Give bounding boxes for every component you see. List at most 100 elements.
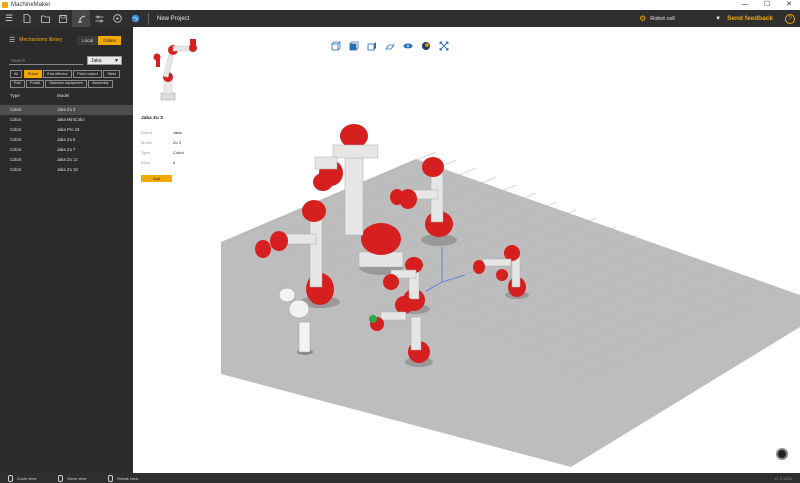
column-type[interactable]: Type (10, 93, 57, 98)
play-simulation-icon[interactable] (108, 10, 126, 27)
prop-axes-value: 6 (173, 160, 176, 165)
app-logo-icon (2, 2, 8, 8)
move-view-hint: Move view (58, 474, 87, 482)
filter-assembly[interactable]: Assembly (88, 79, 113, 88)
maximize-button[interactable]: ☐ (756, 0, 778, 10)
table-row[interactable]: Cobot Jaka Zu 5 (0, 135, 133, 145)
view-toolbar (330, 40, 450, 52)
view-top-icon[interactable] (348, 40, 360, 52)
close-button[interactable]: ✕ (778, 0, 800, 10)
mouse-right-icon (108, 474, 114, 482)
add-button[interactable]: Add (141, 175, 172, 182)
column-model[interactable]: Model (57, 93, 69, 98)
model-list: Cobot Jaka Zu 3 Cobot Jaka MiniCobo Cobot J… (0, 104, 133, 175)
row-type: Cobot (10, 167, 22, 173)
status-bar: Zoom view Move view Rotate view v1.3.123… (0, 473, 800, 483)
prop-type-key: Type (141, 150, 150, 155)
brand-dropdown[interactable]: Jaka ▼ (87, 56, 122, 65)
row-type: Cobot (10, 127, 22, 133)
main-toolbar: ☰ New Project ⚙ Robot cell ▼ Send feedba… (0, 10, 800, 27)
row-model: Jaka Zu 12 (57, 157, 78, 163)
row-model: Jaka Zu 3 (57, 107, 76, 113)
minimize-button[interactable]: — (734, 0, 756, 10)
view-side-icon[interactable] (366, 40, 378, 52)
table-row[interactable]: Cobot Jaka Zu 7 (0, 145, 133, 155)
row-model: Jaka Zu 7 (57, 147, 76, 153)
filter-end-effector[interactable]: End effector (43, 70, 72, 79)
zoom-view-label: Zoom view (17, 475, 37, 481)
chevron-down-icon: ▼ (114, 57, 119, 64)
filter-robot[interactable]: Robot (23, 70, 42, 79)
row-model: Jaka MiniCobo (57, 117, 85, 123)
help-button[interactable]: ? (785, 13, 795, 24)
mechanisms-library-panel: ☰ Mechanisms library Local Online Search… (0, 27, 133, 473)
rotate-view-label: Rotate view (117, 475, 139, 481)
open-folder-icon[interactable] (36, 10, 54, 27)
save-icon[interactable] (54, 10, 72, 27)
move-view-label: Move view (67, 475, 87, 481)
prop-brand-value: Jaka (173, 130, 182, 135)
tab-local[interactable]: Local (77, 35, 98, 45)
new-file-icon[interactable] (18, 10, 36, 27)
prop-model-key: Model (141, 140, 152, 145)
view-iso-icon[interactable] (384, 40, 396, 52)
toolbar-divider (148, 12, 149, 25)
view-front-icon[interactable] (330, 40, 342, 52)
row-type: Cobot (10, 147, 22, 153)
robot-cell-icon: ⚙ (639, 14, 647, 23)
window-title: MachineMaker (11, 2, 51, 8)
table-row[interactable]: Cobot Jaka Zu 18 (0, 165, 133, 175)
filter-rail[interactable]: Rail (10, 79, 25, 88)
library-source-toggle: Local Online (77, 35, 121, 45)
filter-table[interactable]: Table (103, 70, 121, 79)
prop-model: Model Zu 3 (141, 140, 181, 145)
model-detail-panel: Jaka Zu 3 Brand Jaka Model Zu 3 Type Cobot … (133, 27, 221, 473)
filter-all[interactable]: All (10, 70, 23, 79)
hamburger-menu-icon[interactable]: ☰ (0, 10, 18, 27)
view-orientation-button[interactable] (776, 448, 788, 460)
prop-model-value: Zu 3 (173, 140, 182, 145)
table-row[interactable]: Cobot Jaka Zu 3 (0, 104, 133, 115)
robot-arm-icon[interactable] (72, 10, 90, 27)
view-perspective-icon[interactable] (402, 40, 414, 52)
tab-online[interactable]: Online (97, 35, 121, 45)
prop-axes-key: Axes (141, 160, 150, 165)
row-type: Cobot (10, 107, 22, 113)
3d-viewport[interactable] (221, 27, 800, 473)
prop-brand-key: Brand (141, 130, 152, 135)
prop-type-value: Cobot (173, 150, 184, 155)
robot-thumbnail[interactable] (143, 35, 203, 105)
search-input[interactable]: Search (9, 56, 83, 65)
version-label: v1.3.1234 (774, 475, 792, 481)
web-globe-icon[interactable] (126, 10, 144, 27)
row-type: Cobot (10, 157, 22, 163)
mouse-middle-icon (58, 474, 64, 482)
robot-cell-dropdown[interactable]: ⚙ Robot cell ▼ (639, 14, 725, 23)
prop-axes: Axes 6 (141, 160, 175, 165)
zoom-view-hint: Zoom view (8, 474, 37, 482)
view-lighting-icon[interactable] (420, 40, 432, 52)
rotate-view-hint: Rotate view (108, 474, 139, 482)
row-model: Jaka Zu 18 (57, 167, 78, 173)
table-row[interactable]: Cobot Jaka MiniCobo (0, 115, 133, 125)
table-row[interactable]: Cobot Jaka Zu 12 (0, 155, 133, 165)
row-model: Jaka Zu 5 (57, 137, 76, 143)
table-row[interactable]: Cobot Jaka Pro 16 (0, 125, 133, 135)
project-title: New Project (157, 15, 190, 22)
filter-portal[interactable]: Portal (26, 79, 44, 88)
library-title: Mechanisms library (19, 37, 63, 43)
chevron-down-icon: ▼ (715, 15, 722, 22)
category-filters: All Robot End effector Fixed object Tabl… (10, 70, 124, 88)
filter-fixed-object[interactable]: Fixed object (73, 70, 102, 79)
library-menu-icon[interactable]: ☰ (9, 36, 15, 44)
fit-view-icon[interactable] (438, 40, 450, 52)
window-titlebar: MachineMaker — ☐ ✕ (0, 0, 800, 10)
filter-machine-equipment[interactable]: Machine equipment (45, 79, 87, 88)
scene-canvas[interactable] (221, 27, 800, 473)
settings-sliders-icon[interactable] (90, 10, 108, 27)
table-header: Type Model (0, 93, 133, 98)
row-model: Jaka Pro 16 (57, 127, 80, 133)
send-feedback-button[interactable]: Send feedback (727, 15, 773, 22)
prop-type: Type Cobot (141, 150, 184, 155)
row-type: Cobot (10, 117, 22, 123)
